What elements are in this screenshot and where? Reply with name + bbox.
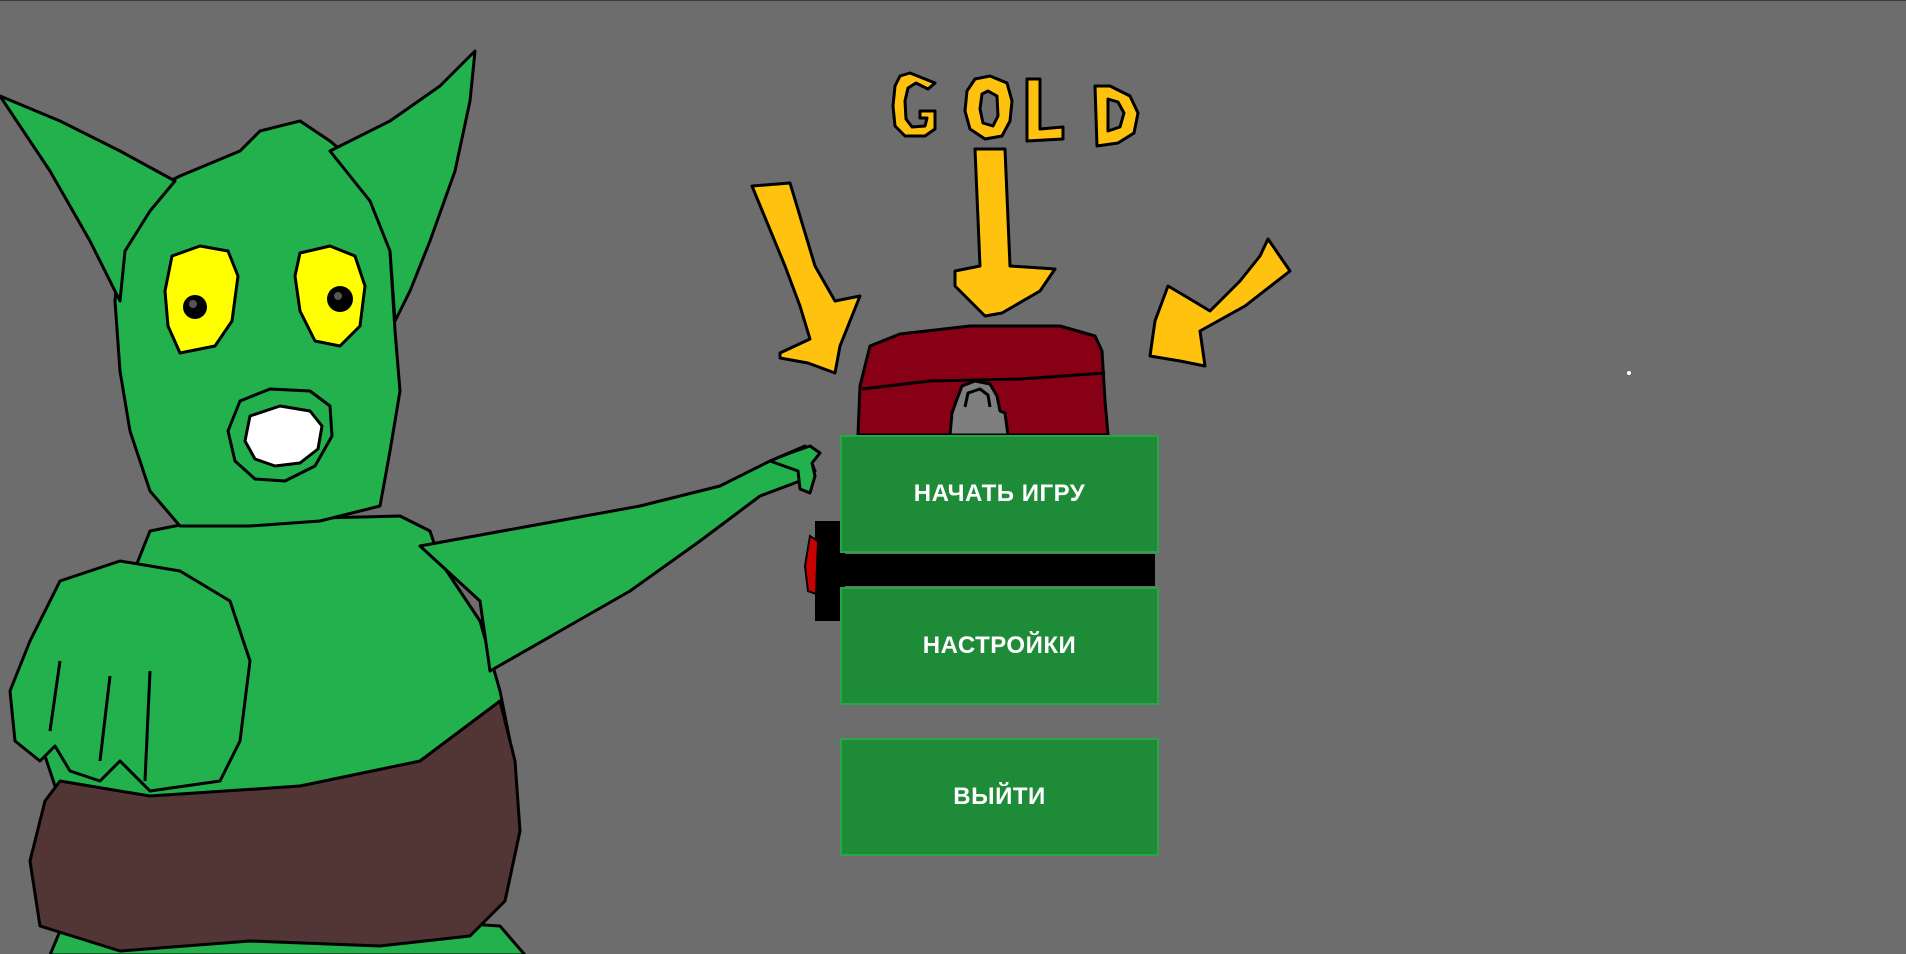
gold-sign-text [891, 71, 1140, 148]
gold-arrow-right [1148, 237, 1292, 368]
goblin-character [0, 49, 822, 954]
exit-button[interactable]: ВЫЙТИ [840, 738, 1159, 856]
main-menu-screen: НАЧАТЬ ИГРУ НАСТРОЙКИ ВЫЙТИ [0, 0, 1906, 954]
speck [1627, 371, 1631, 375]
start-game-button[interactable]: НАЧАТЬ ИГРУ [840, 435, 1159, 553]
gold-arrow-left [750, 181, 862, 375]
gold-arrow-center [953, 147, 1057, 318]
treasure-chest [856, 324, 1110, 437]
settings-button[interactable]: НАСТРОЙКИ [840, 587, 1159, 705]
